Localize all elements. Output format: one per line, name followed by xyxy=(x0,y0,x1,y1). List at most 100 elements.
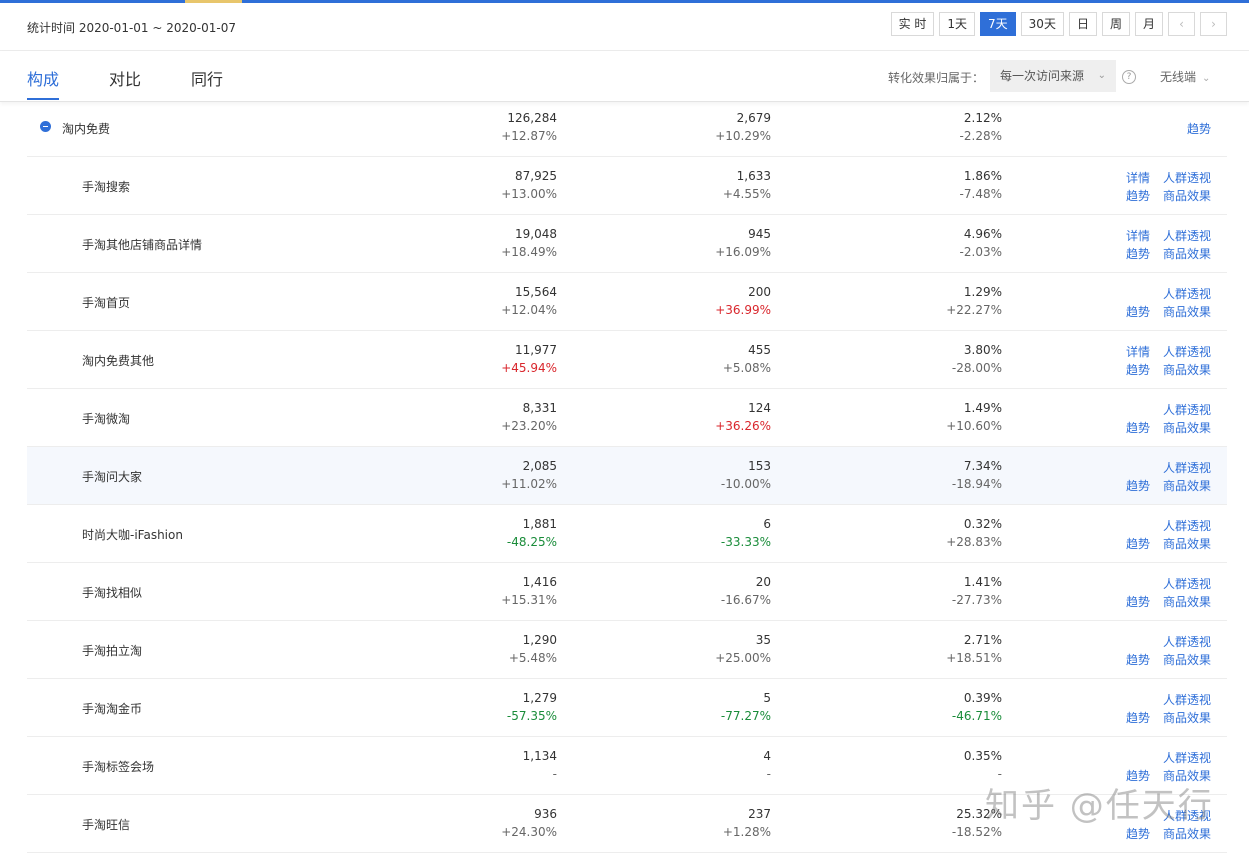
metric-visitors: 87,925 +13.00% xyxy=(357,157,557,214)
audience-link[interactable]: 人群透视 xyxy=(1163,575,1211,592)
chevron-left-icon[interactable]: ‹ xyxy=(1168,12,1195,36)
range-button-7d[interactable]: 7天 xyxy=(980,12,1016,36)
range-button-week[interactable]: 周 xyxy=(1101,12,1130,36)
metric-value: 455 xyxy=(748,343,771,357)
tab-composition[interactable]: 构成 xyxy=(27,66,59,90)
metric-change: - xyxy=(766,767,771,781)
metric-conversion: 2.12% -2.28% xyxy=(802,99,1002,156)
table-row: 手淘标签会场 1,134-4-0.35% - 人群透视 趋势 商品效果 xyxy=(27,737,1227,795)
table-row: 手淘旺信 936 +24.30% 237 +1.28% 25.32% -18.52% 人群透视… xyxy=(27,795,1227,853)
audience-link[interactable]: 人群透视 xyxy=(1163,285,1211,302)
product-effect-link[interactable]: 商品效果 xyxy=(1163,651,1211,668)
metric-value: 20 xyxy=(755,575,771,589)
attribution-select[interactable]: 每一次访问来源 ⌄ xyxy=(990,60,1116,92)
tab-bar: 构成 对比 同行 转化效果归属于： 每一次访问来源 ⌄ ? 无线端 ⌄ xyxy=(0,51,1249,102)
metric-value: 5 xyxy=(763,691,771,705)
range-button-month[interactable]: 月 xyxy=(1134,12,1163,36)
trend-link[interactable]: 趋势 xyxy=(1126,767,1150,784)
audience-link[interactable]: 人群透视 xyxy=(1163,401,1211,418)
detail-link[interactable]: 详情 xyxy=(1126,227,1150,244)
trend-link[interactable]: 趋势 xyxy=(1126,187,1150,204)
stat-time-label: 统计时间 2020-01-01 ~ 2020-01-07 xyxy=(27,21,236,35)
metric-change: +24.30% xyxy=(501,825,557,839)
trend-link[interactable]: 趋势 xyxy=(1126,709,1150,726)
trend-link[interactable]: 趋势 xyxy=(1126,477,1150,494)
audience-link[interactable]: 人群透视 xyxy=(1163,749,1211,766)
trend-link[interactable]: 趋势 xyxy=(1126,245,1150,262)
product-effect-link[interactable]: 商品效果 xyxy=(1163,419,1211,436)
range-selector: 实 时 1天 7天 30天 日 周 月 ‹ › xyxy=(890,12,1227,36)
product-effect-link[interactable]: 商品效果 xyxy=(1163,303,1211,320)
traffic-source-table: 淘内免费 126,284 +12.87% 2,679 +10.29% 2.12% -2.28… xyxy=(27,99,1227,853)
product-effect-link[interactable]: 商品效果 xyxy=(1163,825,1211,842)
metric-buyers: 5 -77.27% xyxy=(571,679,771,736)
metric-visitors: 15,564 +12.04% xyxy=(357,273,557,330)
metric-change: -2.03% xyxy=(959,245,1002,259)
header-bar: 统计时间 2020-01-01 ~ 2020-01-07 实 时 1天 7天 3… xyxy=(0,3,1249,51)
product-effect-link[interactable]: 商品效果 xyxy=(1163,245,1211,262)
detail-link[interactable]: 详情 xyxy=(1126,169,1150,186)
metric-change: +5.08% xyxy=(722,361,771,375)
product-effect-link[interactable]: 商品效果 xyxy=(1163,593,1211,610)
row-actions: 详情 人群透视 趋势 商品效果 xyxy=(1091,215,1211,272)
metric-conversion: 0.39% -46.71% xyxy=(802,679,1002,736)
audience-link[interactable]: 人群透视 xyxy=(1163,633,1211,650)
range-button-day[interactable]: 日 xyxy=(1068,12,1097,36)
trend-link[interactable]: 趋势 xyxy=(1126,535,1150,552)
trend-link[interactable]: 趋势 xyxy=(1126,361,1150,378)
audience-link[interactable]: 人群透视 xyxy=(1163,343,1211,360)
tab-compare[interactable]: 对比 xyxy=(109,66,141,90)
metric-change: +12.04% xyxy=(501,303,557,317)
detail-link[interactable]: 详情 xyxy=(1126,343,1150,360)
metric-change: +10.60% xyxy=(946,419,1002,433)
metric-change: +23.20% xyxy=(501,419,557,433)
metric-conversion: 1.41% -27.73% xyxy=(802,563,1002,620)
metric-conversion: 4.96% -2.03% xyxy=(802,215,1002,272)
metric-buyers: 6 -33.33% xyxy=(571,505,771,562)
product-effect-link[interactable]: 商品效果 xyxy=(1163,361,1211,378)
metric-change: +36.26% xyxy=(715,419,771,433)
metric-change: +22.27% xyxy=(946,303,1002,317)
audience-link[interactable]: 人群透视 xyxy=(1163,517,1211,534)
product-effect-link[interactable]: 商品效果 xyxy=(1163,477,1211,494)
source-name: 手淘标签会场 xyxy=(82,760,155,774)
metric-change: +12.87% xyxy=(501,129,557,143)
metric-change: +36.99% xyxy=(715,303,771,317)
audience-link[interactable]: 人群透视 xyxy=(1163,169,1211,186)
audience-link[interactable]: 人群透视 xyxy=(1163,807,1211,824)
metric-change: -33.33% xyxy=(720,535,771,549)
product-effect-link[interactable]: 商品效果 xyxy=(1163,535,1211,552)
metric-change: -57.35% xyxy=(506,709,557,723)
range-button-realtime[interactable]: 实 时 xyxy=(890,12,935,36)
metric-change: -16.67% xyxy=(720,593,771,607)
table-row: 淘内免费 126,284 +12.87% 2,679 +10.29% 2.12% -2.28… xyxy=(27,99,1227,157)
range-button-30d[interactable]: 30天 xyxy=(1020,12,1064,36)
trend-link[interactable]: 趋势 xyxy=(1126,825,1150,842)
product-effect-link[interactable]: 商品效果 xyxy=(1163,767,1211,784)
metric-visitors: 1,134 - xyxy=(357,737,557,794)
tab-peers[interactable]: 同行 xyxy=(191,66,223,90)
trend-link[interactable]: 趋势 xyxy=(1126,419,1150,436)
metric-buyers: 200 +36.99% xyxy=(571,273,771,330)
device-select[interactable]: 无线端 ⌄ xyxy=(1160,68,1210,85)
product-effect-link[interactable]: 商品效果 xyxy=(1163,709,1211,726)
chevron-right-icon[interactable]: › xyxy=(1200,12,1227,36)
trend-link[interactable]: 趋势 xyxy=(1126,651,1150,668)
trend-link[interactable]: 趋势 xyxy=(1126,303,1150,320)
row-actions: 人群透视 趋势 商品效果 xyxy=(1091,273,1211,330)
audience-link[interactable]: 人群透视 xyxy=(1163,459,1211,476)
trend-link[interactable]: 趋势 xyxy=(1187,120,1211,137)
metric-value: 8,331 xyxy=(522,401,557,415)
collapse-icon[interactable] xyxy=(40,121,51,132)
range-button-1d[interactable]: 1天 xyxy=(939,12,976,36)
metric-value: 1,290 xyxy=(522,633,557,647)
audience-link[interactable]: 人群透视 xyxy=(1163,691,1211,708)
metric-change: -46.71% xyxy=(951,709,1002,723)
help-icon[interactable]: ? xyxy=(1122,70,1136,84)
chevron-down-icon: ⌄ xyxy=(1097,70,1106,81)
product-effect-link[interactable]: 商品效果 xyxy=(1163,187,1211,204)
metric-visitors: 19,048 +18.49% xyxy=(357,215,557,272)
metric-buyers: 945 +16.09% xyxy=(571,215,771,272)
audience-link[interactable]: 人群透视 xyxy=(1163,227,1211,244)
trend-link[interactable]: 趋势 xyxy=(1126,593,1150,610)
